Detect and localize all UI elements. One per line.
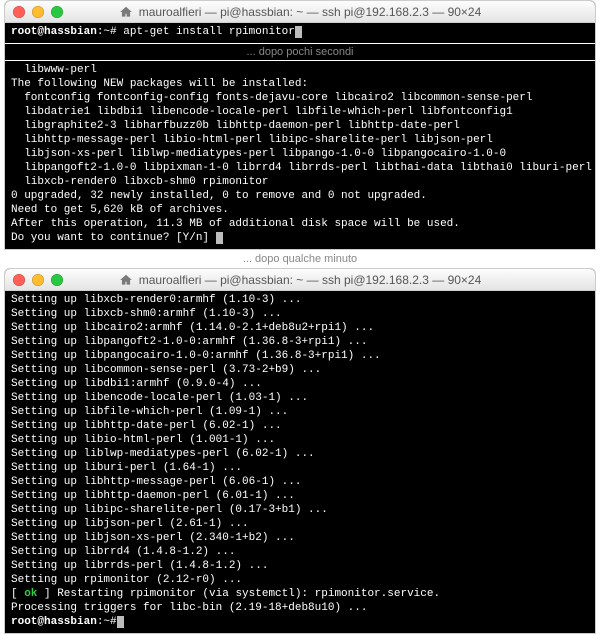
cursor-icon [117, 616, 124, 628]
line: Processing triggers for libc-bin (2.19-1… [11, 602, 367, 614]
ok-status: ok [24, 588, 37, 600]
line-restart: [ ok ] Restarting rpimonitor (via system… [11, 588, 440, 600]
line: Setting up libcommon-sense-perl (3.73-2+… [11, 364, 321, 376]
line: libgraphite2-3 libharfbuzz0b libhttp-dae… [11, 120, 460, 132]
line: Setting up librrd4 (1.4.8-1.2) ... [11, 546, 235, 558]
zoom-icon[interactable] [51, 274, 63, 286]
line: Setting up librrds-perl (1.4.8-1.2) ... [11, 560, 268, 572]
line: Setting up libio-html-perl (1.001-1) ... [11, 434, 275, 446]
terminal-output-2[interactable]: Setting up libxcb-render0:armhf (1.10-3)… [5, 291, 595, 633]
line: Setting up libjson-perl (2.61-1) ... [11, 518, 249, 530]
prompt-path: :~# [97, 616, 117, 628]
line: Setting up libxcb-render0:armhf (1.10-3)… [11, 294, 301, 306]
titlebar-2[interactable]: mauroalfieri — pi@hassbian: ~ — ssh pi@1… [5, 269, 595, 291]
line: The following NEW packages will be insta… [11, 78, 308, 90]
prompt-path: :~# [97, 26, 117, 38]
line: Setting up libipc-sharelite-perl (0.17-3… [11, 504, 328, 516]
line: libxcb-render0 libxcb-shm0 rpimonitor [11, 176, 268, 188]
line: fontconfig fontconfig-config fonts-dejav… [11, 92, 533, 104]
title-wrap: mauroalfieri — pi@hassbian: ~ — ssh pi@1… [5, 273, 595, 287]
command-text: apt-get install rpimonitor [123, 26, 295, 38]
window-controls [13, 6, 63, 18]
line: libhttp-message-perl libio-html-perl lib… [11, 134, 493, 146]
cursor-icon [295, 26, 302, 38]
title-wrap: mauroalfieri — pi@hassbian: ~ — ssh pi@1… [5, 5, 595, 19]
line: 0 upgraded, 32 newly installed, 0 to rem… [11, 190, 427, 202]
line: libwww-perl [11, 64, 97, 76]
prompt-user: root@hassbian [11, 26, 97, 38]
line: Need to get 5,620 kB of archives. [11, 204, 229, 216]
caption-1: ... dopo pochi secondi [5, 44, 595, 60]
home-icon [119, 273, 133, 287]
line: Setting up libjson-xs-perl (2.340-1+b2) … [11, 532, 295, 544]
window-title-2: mauroalfieri — pi@hassbian: ~ — ssh pi@1… [139, 273, 482, 287]
line: Setting up libxcb-shm0:armhf (1.10-3) ..… [11, 308, 282, 320]
window-controls [13, 274, 63, 286]
line: Setting up libcairo2:armhf (1.14.0-2.1+d… [11, 322, 374, 334]
zoom-icon[interactable] [51, 6, 63, 18]
caption-2: ... dopo qualche minuto [0, 251, 600, 267]
terminal-window-1: mauroalfieri — pi@hassbian: ~ — ssh pi@1… [4, 0, 596, 250]
line: Setting up libfile-which-perl (1.09-1) .… [11, 406, 288, 418]
line: Setting up libhttp-daemon-perl (6.01-1) … [11, 490, 295, 502]
home-icon [119, 5, 133, 19]
line: Do you want to continue? [Y/n] [11, 232, 216, 244]
line: Setting up libdbi1:armhf (0.9.0-4) ... [11, 378, 262, 390]
line: Setting up liblwp-mediatypes-perl (6.02-… [11, 448, 315, 460]
line: libdatrie1 libdbi1 libencode-locale-perl… [11, 106, 513, 118]
line: Setting up liburi-perl (1.64-1) ... [11, 462, 242, 474]
titlebar-1[interactable]: mauroalfieri — pi@hassbian: ~ — ssh pi@1… [5, 1, 595, 23]
line: Setting up libpangocairo-1.0-0:armhf (1.… [11, 350, 381, 362]
terminal-output-1b[interactable]: libwww-perl The following NEW packages w… [5, 61, 595, 249]
window-title-1: mauroalfieri — pi@hassbian: ~ — ssh pi@1… [139, 5, 482, 19]
minimize-icon[interactable] [32, 274, 44, 286]
terminal-output-1[interactable]: root@hassbian:~# apt-get install rpimoni… [5, 23, 595, 43]
cursor-icon [216, 232, 223, 244]
line: Setting up libencode-locale-perl (1.03-1… [11, 392, 308, 404]
line: Setting up libhttp-message-perl (6.06-1)… [11, 476, 301, 488]
line: Setting up libhttp-date-perl (6.02-1) ..… [11, 420, 282, 432]
line: After this operation, 11.3 MB of additio… [11, 218, 460, 230]
minimize-icon[interactable] [32, 6, 44, 18]
close-icon[interactable] [13, 6, 25, 18]
close-icon[interactable] [13, 274, 25, 286]
terminal-window-2: mauroalfieri — pi@hassbian: ~ — ssh pi@1… [4, 268, 596, 634]
line: libjson-xs-perl liblwp-mediatypes-perl l… [11, 148, 506, 160]
line: Setting up libpangoft2-1.0-0:armhf (1.36… [11, 336, 367, 348]
prompt-user: root@hassbian [11, 616, 97, 628]
line: Setting up rpimonitor (2.12-r0) ... [11, 574, 242, 586]
line: libpangoft2-1.0-0 libpixman-1-0 librrd4 … [11, 162, 592, 174]
